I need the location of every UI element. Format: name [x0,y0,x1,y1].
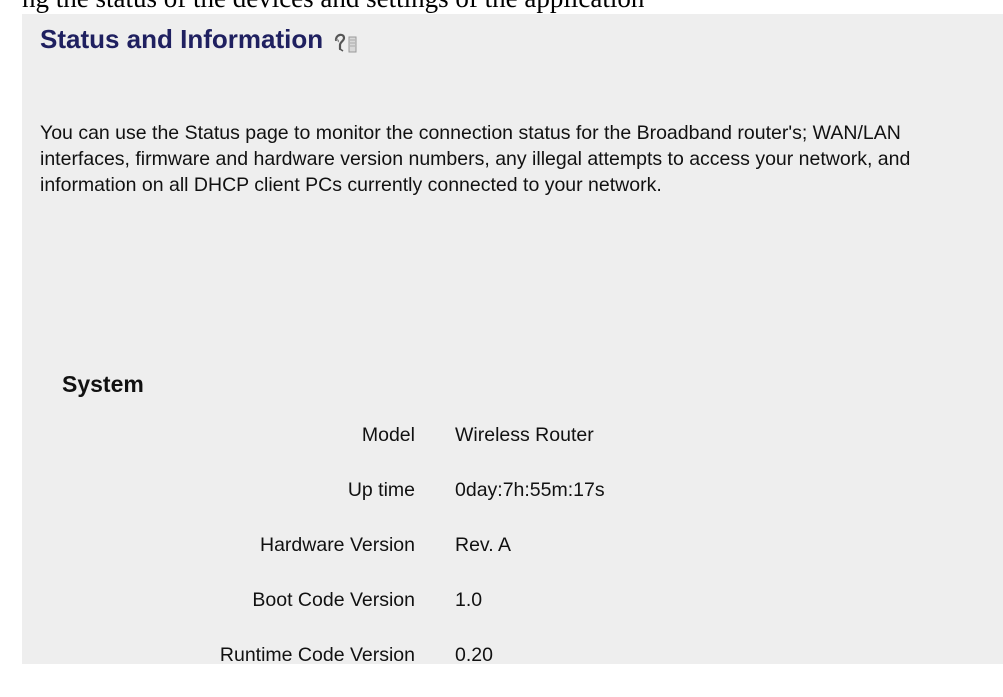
uptime-value: 0day:7h:55m:17s [455,479,605,501]
system-info-table: Model Wireless Router Up time 0day:7h:55… [22,422,605,697]
hardware-version-value: Rev. A [455,534,511,556]
system-row-hardware-version: Hardware Version Rev. A [22,532,605,587]
system-row-boot-code-version: Boot Code Version 1.0 [22,587,605,642]
boot-code-version-value: 1.0 [455,589,483,611]
clipped-caption-text: ng the status of the devices and setting… [22,0,644,14]
top-clipped-strip: ng the status of the devices and setting… [0,0,1003,14]
system-row-uptime: Up time 0day:7h:55m:17s [22,477,605,532]
hardware-version-label: Hardware Version [260,534,415,556]
system-row-runtime-code-version: Runtime Code Version 0.20 [22,642,605,697]
system-row-model: Model Wireless Router [22,422,605,477]
uptime-label: Up time [347,479,415,501]
page-title: Status and Information [40,24,324,54]
runtime-code-version-value: 0.20 [455,644,493,666]
boot-code-version-label: Boot Code Version [252,589,415,611]
status-panel: Status and Information You can use the S… [22,14,1003,666]
intro-text: You can use the Status page to monitor t… [40,122,911,196]
model-label: Model [361,424,415,446]
page-title-row: Status and Information [40,24,359,55]
system-section-heading: System [62,371,144,397]
runtime-code-version-label: Runtime Code Version [219,644,415,666]
help-icon[interactable] [333,30,359,54]
model-value: Wireless Router [455,424,594,446]
